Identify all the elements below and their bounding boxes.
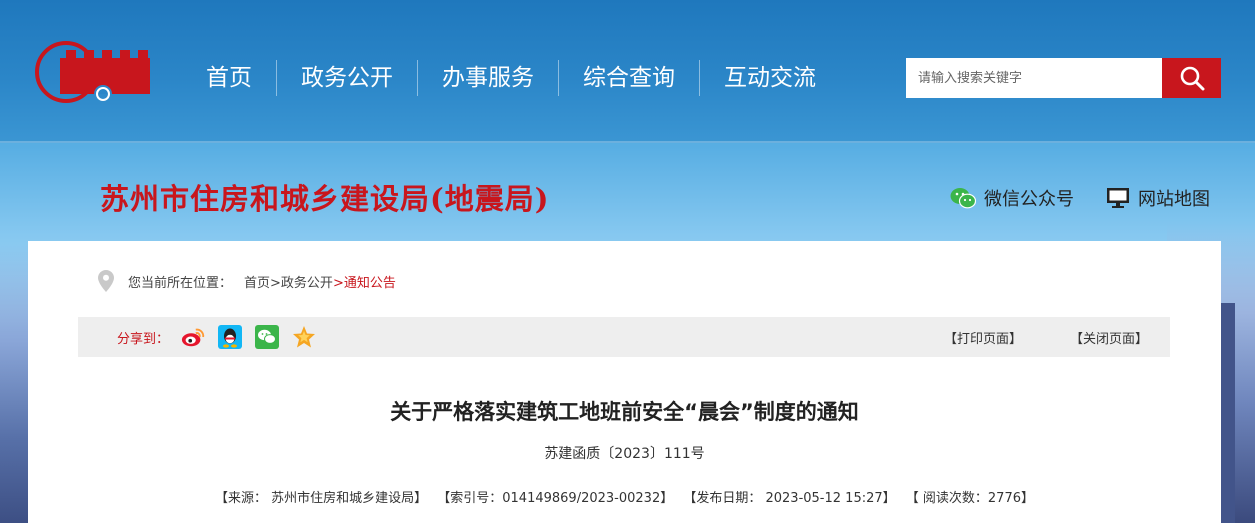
article-title: 关于严格落实建筑工地班前安全“晨会”制度的通知 — [390, 400, 859, 424]
nav-item-interaction[interactable]: 互动交流 — [700, 58, 840, 98]
site-logo-icon[interactable] — [32, 40, 156, 104]
breadcrumb: 您当前所在位置： 首页 >政务公开 >通知公告 — [98, 269, 396, 293]
print-page-button[interactable]: 【打印页面】 — [944, 328, 1022, 347]
nav-item-services[interactable]: 办事服务 — [418, 58, 558, 98]
site-map-label: 网站地图 — [1138, 189, 1210, 210]
main-nav: 首页 政务公开 办事服务 综合查询 互动交流 — [182, 58, 840, 98]
background-skyline-left — [0, 243, 30, 523]
share-favorite-button[interactable] — [292, 325, 316, 349]
favorite-star-icon — [293, 326, 316, 348]
meta-source: 【来源： 苏州市住房和城乡建设局】 — [214, 491, 428, 506]
monitor-icon — [1107, 188, 1129, 208]
share-label: 分享到： — [117, 331, 170, 347]
breadcrumb-current-notices[interactable]: >通知公告 — [333, 272, 396, 291]
close-page-button[interactable]: 【关闭页面】 — [1070, 328, 1148, 347]
search-input[interactable] — [906, 58, 1162, 98]
location-pin-icon — [98, 270, 114, 292]
content-panel: 您当前所在位置： 首页 >政务公开 >通知公告 分享到： 【打印页面】 【关闭页… — [28, 241, 1221, 523]
wechat-icon — [255, 325, 280, 349]
meta-view-count: 【 阅读次数：2776】 — [905, 491, 1034, 506]
search-button[interactable] — [1162, 58, 1221, 98]
qq-icon — [218, 325, 243, 349]
top-header: 首页 政务公开 办事服务 综合查询 互动交流 — [0, 0, 1255, 143]
weibo-icon — [181, 328, 205, 347]
meta-index-number: 【索引号：014149869/2023-00232】 — [437, 491, 674, 506]
nav-item-query[interactable]: 综合查询 — [559, 58, 699, 98]
share-actions: 【打印页面】 【关闭页面】 — [944, 328, 1170, 347]
breadcrumb-home[interactable]: 首页 — [244, 272, 270, 291]
article-meta: 【来源： 苏州市住房和城乡建设局】 【索引号：014149869/2023-00… — [28, 487, 1221, 506]
share-bar: 分享到： 【打印页面】 【关闭页面】 — [78, 317, 1170, 357]
wechat-official-account-label: 微信公众号 — [984, 189, 1074, 210]
quick-links: 微信公众号 网站地图 — [950, 184, 1210, 212]
site-title: 苏州市住房和城乡建设局(地震局) — [100, 182, 550, 216]
share-weibo-button[interactable] — [181, 325, 205, 349]
nav-item-home[interactable]: 首页 — [182, 58, 276, 98]
search-box — [906, 58, 1221, 98]
breadcrumb-government-affairs[interactable]: >政务公开 — [270, 272, 333, 291]
nav-item-government-affairs[interactable]: 政务公开 — [277, 58, 417, 98]
document-number: 苏建函质〔2023〕111号 — [544, 446, 705, 462]
share-qq-button[interactable] — [218, 325, 243, 349]
search-icon — [1180, 66, 1204, 91]
meta-publish-date: 【发布日期： 2023-05-12 15:27】 — [683, 491, 896, 506]
wechat-official-account-link[interactable]: 微信公众号 — [950, 185, 1074, 211]
share-wechat-button[interactable] — [255, 325, 280, 349]
breadcrumb-prefix: 您当前所在位置： — [128, 275, 233, 291]
wechat-icon — [950, 188, 976, 209]
site-map-link[interactable]: 网站地图 — [1106, 185, 1210, 211]
